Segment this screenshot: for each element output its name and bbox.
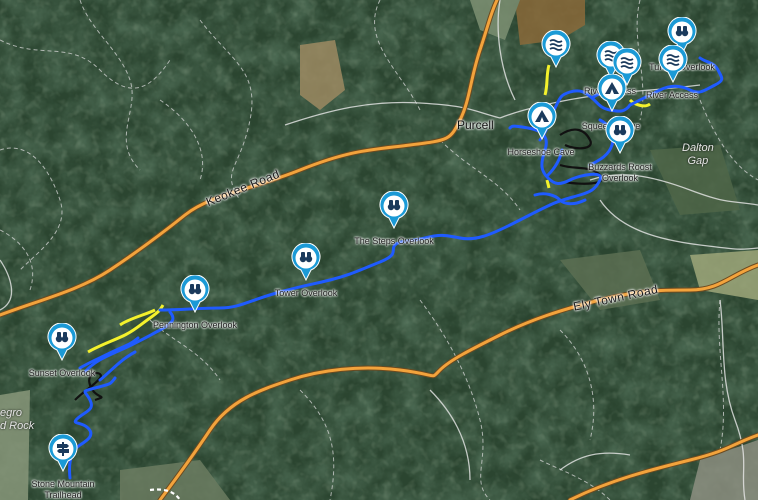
- pin-squeezy-cave[interactable]: [597, 74, 627, 112]
- pin-stone-mountain-trailhead[interactable]: [48, 434, 78, 472]
- poi-label-tower-overlook: Tower Overlook: [274, 288, 338, 298]
- area-label-negro: egro: [0, 407, 23, 419]
- poi-label-stone-mountain-line2: Trailhead: [44, 490, 82, 500]
- pin-buzzards-roost[interactable]: [605, 116, 635, 154]
- place-label-purcell: Purcell: [457, 118, 494, 132]
- area-label-negro-rock: egro d Rock: [0, 407, 34, 433]
- poi-label-pennington-overlook: Pennington Overlook: [152, 320, 238, 330]
- pin-tower-overlook[interactable]: [291, 243, 321, 281]
- area-label-rock: d Rock: [0, 420, 35, 432]
- map-canvas[interactable]: Keokee Road Ely Town Road Purcell Dalton…: [0, 0, 758, 500]
- map-background: [0, 0, 758, 500]
- pin-horseshoe-cave[interactable]: [527, 102, 557, 140]
- poi-label-stone-mountain-line1: Stone Mountain: [31, 479, 95, 489]
- area-label-gap: Gap: [687, 155, 709, 167]
- pin-river-access-c[interactable]: [658, 45, 688, 83]
- pin-sunset-overlook[interactable]: [47, 323, 77, 361]
- poi-label-buzzards-roost-line2: Overlook: [601, 173, 638, 183]
- area-label-dalton: Dalton: [682, 142, 714, 154]
- poi-label-buzzards-roost-line1: Buzzards Roost: [588, 162, 652, 172]
- poi-label-river-access-2: River Access: [645, 90, 699, 100]
- pin-river-access-a[interactable]: [541, 30, 571, 68]
- poi-label-steps-overlook: The Steps Overlook: [354, 236, 434, 246]
- pin-steps-overlook[interactable]: [379, 191, 409, 229]
- poi-label-buzzards-roost: Buzzards Roost Overlook: [588, 162, 652, 184]
- area-label-dalton-gap: Dalton Gap: [682, 142, 714, 168]
- pin-pennington-overlook[interactable]: [180, 275, 210, 313]
- poi-label-horseshoe-cave: Horseshoe Cave: [507, 147, 575, 157]
- poi-label-sunset-overlook: Sunset Overlook: [28, 368, 96, 378]
- poi-label-stone-mountain-trailhead: Stone Mountain Trailhead: [31, 479, 94, 500]
